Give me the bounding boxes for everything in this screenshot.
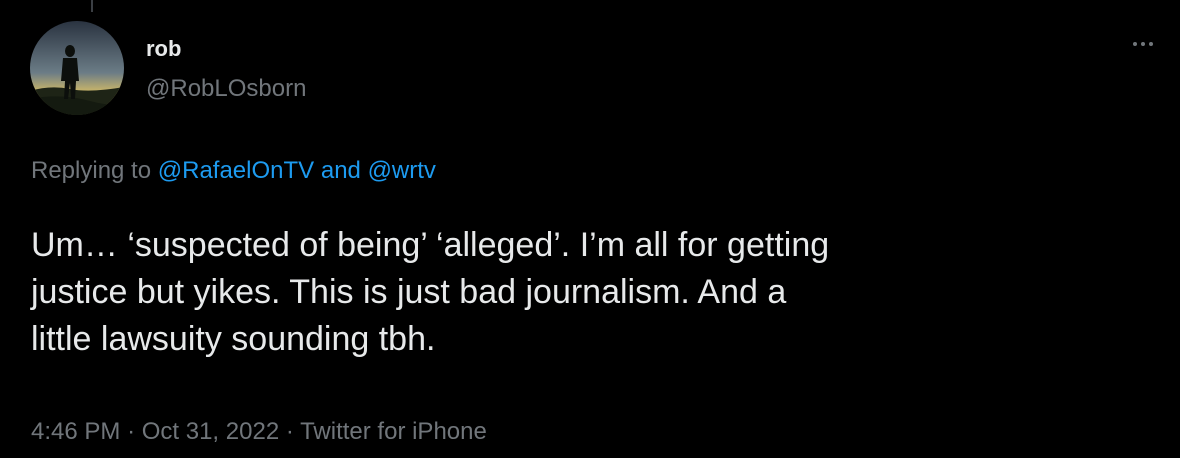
reply-context: Replying to @RafaelOnTV and @wrtv — [31, 157, 436, 186]
more-dot — [1141, 42, 1145, 46]
user-handle[interactable]: @RobLOsborn — [146, 75, 306, 104]
tweet-time[interactable]: 4:46 PM — [31, 418, 120, 445]
avatar-image — [30, 21, 124, 115]
display-name[interactable]: rob — [146, 36, 181, 62]
avatar[interactable] — [30, 21, 124, 115]
meta-separator: · — [127, 418, 136, 445]
tweet-text-line: little lawsuity sounding tbh. — [31, 320, 436, 358]
more-horizontal-icon[interactable] — [1126, 32, 1160, 56]
tweet-text-line: Um… ‘suspected of being’ ‘alleged’. I’m … — [31, 226, 830, 264]
meta-separator: · — [285, 418, 294, 445]
mention-link-rafaelontv[interactable]: @RafaelOnTV — [158, 157, 314, 184]
tweet-date[interactable]: Oct 31, 2022 — [142, 418, 279, 445]
more-dot — [1133, 42, 1137, 46]
tweet-metadata: 4:46 PM · Oct 31, 2022 · Twitter for iPh… — [31, 418, 487, 447]
tweet-source[interactable]: Twitter for iPhone — [300, 418, 487, 445]
tweet-text-line: justice but yikes. This is just bad jour… — [31, 273, 787, 311]
reply-conjunction[interactable]: and — [321, 157, 361, 184]
thread-connector-line — [91, 0, 93, 12]
reply-prefix: Replying to — [31, 157, 152, 184]
mention-link-wrtv[interactable]: @wrtv — [368, 157, 436, 184]
more-dot — [1149, 42, 1153, 46]
tweet-text: Um… ‘suspected of being’ ‘alleged’. I’m … — [31, 222, 1151, 363]
